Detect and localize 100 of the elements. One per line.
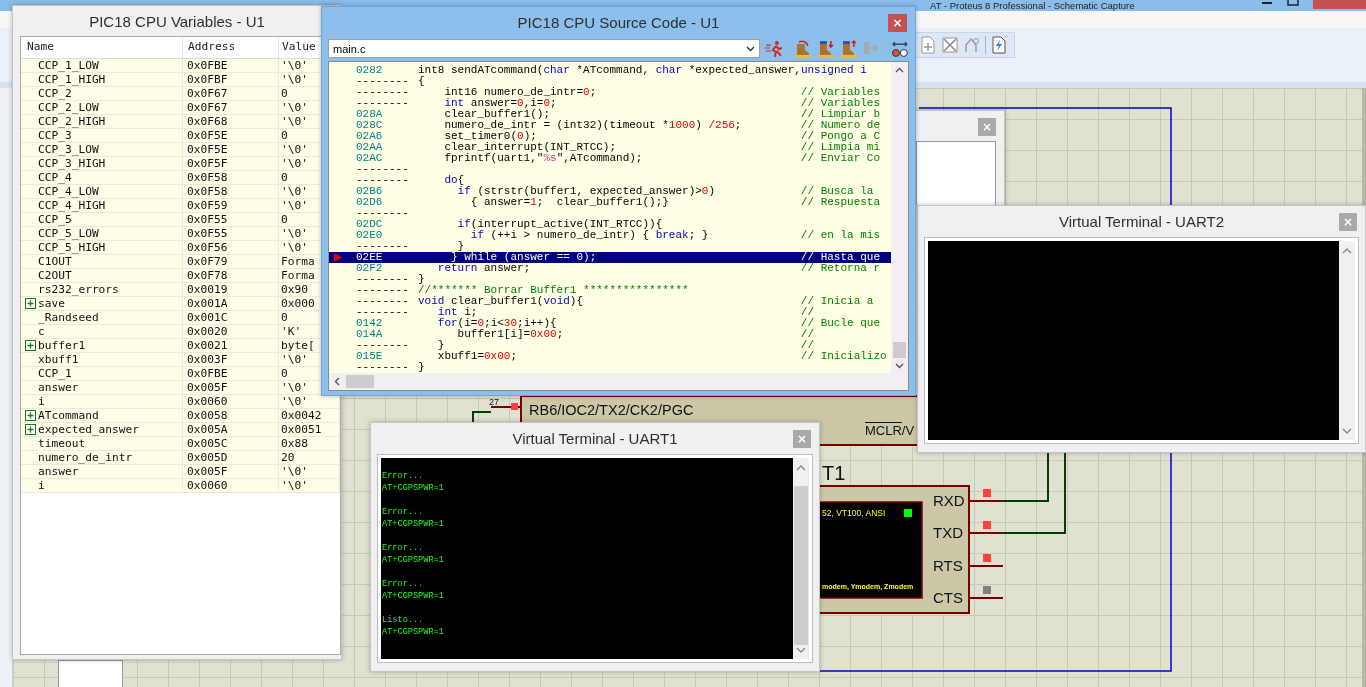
pin-label: TXD bbox=[933, 525, 963, 540]
table-cell: 0x0F58 bbox=[187, 185, 228, 198]
step-over-icon[interactable] bbox=[793, 39, 812, 58]
current-line-arrow-icon bbox=[334, 253, 342, 262]
variable-name: answer bbox=[38, 465, 79, 478]
symbol-icon[interactable] bbox=[963, 36, 981, 54]
line-address: -------- bbox=[356, 340, 410, 351]
table-cell: Forma bbox=[281, 269, 315, 282]
code-comment: // en la mis bbox=[800, 230, 882, 241]
line-address: 02AA bbox=[356, 142, 384, 153]
code-comment: // bbox=[800, 307, 816, 318]
line-address: -------- bbox=[356, 164, 410, 175]
vertical-scrollbar[interactable] bbox=[793, 458, 809, 659]
window-title: PIC18 CPU Source Code - U1 bbox=[517, 13, 720, 31]
line-address: 015E bbox=[356, 351, 384, 362]
code-comment: // Hasta que bbox=[800, 252, 882, 263]
table-cell: 0 bbox=[281, 213, 288, 226]
code-line: { bbox=[418, 76, 426, 87]
table-cell: 0x0FBF bbox=[187, 73, 228, 86]
table-cell: 0x0F67 bbox=[187, 101, 228, 114]
code-line: int16 numero_de_intr=0; bbox=[443, 87, 598, 98]
expand-icon[interactable] bbox=[25, 410, 36, 421]
variable-name: CCP_4 bbox=[38, 171, 72, 184]
table-cell: 0 bbox=[281, 171, 288, 184]
column-header[interactable]: Name bbox=[21, 37, 183, 58]
table-cell: 0x005F bbox=[187, 465, 228, 478]
terminal-line: AT+CGPSPWR=1 bbox=[382, 626, 444, 638]
terminal-line: Error... bbox=[382, 578, 424, 590]
table-cell: 0x005A bbox=[187, 423, 228, 436]
code-line: for(i=0;i<30;i++){ bbox=[436, 318, 558, 329]
maximize-icon[interactable] bbox=[1287, 0, 1299, 6]
pin-label: RB6/IOC2/TX2/CK2/PGC bbox=[529, 403, 694, 418]
table-cell: '\0' bbox=[281, 101, 308, 114]
code-line: xbuff1=0x00; bbox=[436, 351, 519, 362]
file-dropdown[interactable]: main.c bbox=[328, 39, 761, 58]
pin-line bbox=[968, 500, 1004, 502]
preview-panel bbox=[58, 660, 123, 687]
step-into-icon[interactable] bbox=[816, 39, 835, 58]
line-address: -------- bbox=[356, 175, 410, 186]
terminal-line: Error... bbox=[382, 470, 424, 482]
table-cell: '\0' bbox=[281, 73, 308, 86]
run-icon[interactable] bbox=[765, 39, 783, 58]
vertical-scrollbar[interactable] bbox=[1339, 241, 1355, 440]
window-title: PIC18 CPU Variables - U1 bbox=[89, 12, 265, 30]
table-cell: 0x0FBE bbox=[187, 367, 228, 380]
pin-line bbox=[968, 565, 1004, 567]
variable-name: CCP_5 bbox=[38, 213, 72, 226]
table-cell: 0x000 bbox=[281, 297, 315, 310]
code-line: do{ bbox=[443, 175, 465, 186]
table-cell: 0x0F78 bbox=[187, 269, 228, 282]
code-comment: // Inicializo bbox=[800, 351, 888, 362]
code-comment: // Pongo a C bbox=[800, 131, 882, 142]
variable-name: numero_de_intr bbox=[38, 451, 133, 464]
column-header[interactable]: Address bbox=[183, 37, 279, 58]
expand-icon[interactable] bbox=[25, 424, 36, 435]
line-address: -------- bbox=[356, 285, 410, 296]
caret-icon bbox=[746, 45, 756, 52]
variable-name: buffer1 bbox=[38, 339, 86, 352]
variable-name: C1OUT bbox=[38, 255, 72, 268]
variable-name: CCP_2_HIGH bbox=[38, 115, 106, 128]
line-address: -------- bbox=[356, 87, 410, 98]
line-address: 02B6 bbox=[356, 186, 384, 197]
code-comment: // Variables bbox=[800, 98, 882, 109]
add-page-icon[interactable] bbox=[919, 36, 937, 54]
table-cell: 0 bbox=[281, 129, 288, 142]
line-address: 0142 bbox=[356, 318, 384, 329]
terminal-line: Error... bbox=[382, 506, 424, 518]
line-address: 02DC bbox=[356, 219, 384, 230]
line-address: 02A6 bbox=[356, 131, 384, 142]
expand-icon[interactable] bbox=[25, 298, 36, 309]
table-cell: '\0' bbox=[281, 395, 308, 408]
table-cell: byte[ bbox=[281, 339, 315, 352]
minimize-icon[interactable] bbox=[1261, 0, 1273, 6]
table-cell: 0x005C bbox=[187, 437, 228, 450]
code-line: fprintf(uart1,"%s",ATcommand); bbox=[443, 153, 644, 164]
delete-icon[interactable] bbox=[941, 36, 959, 54]
table-cell: 0x0060 bbox=[187, 395, 228, 408]
expand-icon[interactable] bbox=[25, 340, 36, 351]
step-out-icon[interactable] bbox=[839, 39, 858, 58]
pin-number: 27 bbox=[489, 398, 499, 407]
table-cell: '\0' bbox=[281, 479, 308, 492]
table-cell: 0x0021 bbox=[187, 339, 228, 352]
table-cell: Forma bbox=[281, 255, 315, 268]
code-line: if (strstr(buffer1, expected_answer)>0) bbox=[456, 186, 717, 197]
table-cell: 0x0058 bbox=[187, 409, 228, 422]
terminal-line: AT+CGPSPWR=1 bbox=[382, 482, 444, 494]
code-line: //******* Borrar Buffer1 **************** bbox=[418, 285, 690, 296]
variable-name: CCP_3 bbox=[38, 129, 72, 142]
terminal-line: Listo... bbox=[382, 614, 424, 626]
table-cell: 0 bbox=[281, 367, 288, 380]
table-cell: '\0' bbox=[281, 353, 308, 366]
code-comment: // Inicia a bbox=[800, 296, 875, 307]
variable-name: expected_answer bbox=[38, 423, 140, 436]
variable-name: CCP_4_LOW bbox=[38, 185, 99, 198]
table-cell: 0x0F56 bbox=[187, 241, 228, 254]
lightning-page-icon[interactable] bbox=[990, 36, 1008, 54]
close-button[interactable]: × bbox=[888, 14, 907, 32]
breakpoint-icon[interactable] bbox=[891, 39, 909, 58]
pin-label: MCLR/V bbox=[865, 424, 915, 437]
code-line: int8 sendATcommand(char *ATcommand, char *expected_answer,unsigned i bbox=[418, 65, 867, 76]
